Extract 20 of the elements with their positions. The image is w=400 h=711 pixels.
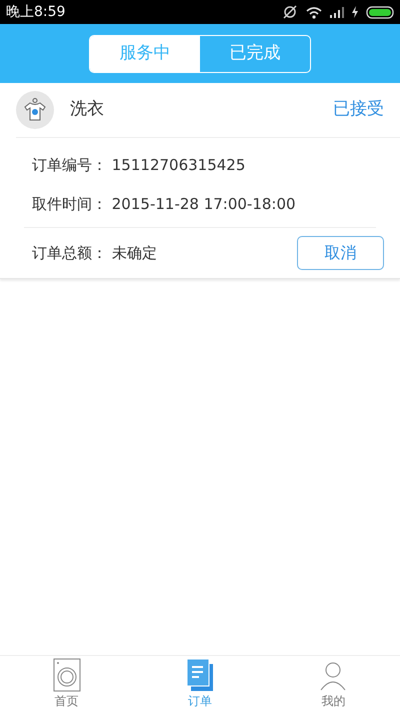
tab[interactable]: 服务中 xyxy=(90,36,200,72)
nav-tab[interactable]: 我的 xyxy=(288,656,378,710)
order-field: 取件时间： 2015-11-28 17:00-18:00 xyxy=(32,184,368,223)
wifi-icon xyxy=(306,6,322,18)
cancel-button[interactable]: 取消 xyxy=(297,236,384,270)
battery-icon xyxy=(366,6,394,18)
tab[interactable]: 已完成 xyxy=(200,36,310,72)
charging-icon xyxy=(352,6,358,18)
home-icon xyxy=(52,658,81,692)
service-name: 洗衣 xyxy=(70,98,105,122)
order-status: 已接受 xyxy=(333,98,384,122)
shirt-icon xyxy=(16,91,54,129)
nav-tab[interactable]: 首页 xyxy=(22,656,112,710)
orders-icon xyxy=(186,658,214,692)
status-time: 晚上8:59 xyxy=(6,2,66,22)
alarm-off-icon xyxy=(282,5,298,19)
order-field: 订单编号： 15112706315425 xyxy=(32,146,368,184)
order-total: 订单总额： 未确定 xyxy=(32,242,157,264)
signal-icon xyxy=(330,6,344,18)
nav-tab[interactable]: 订单 xyxy=(154,656,245,710)
